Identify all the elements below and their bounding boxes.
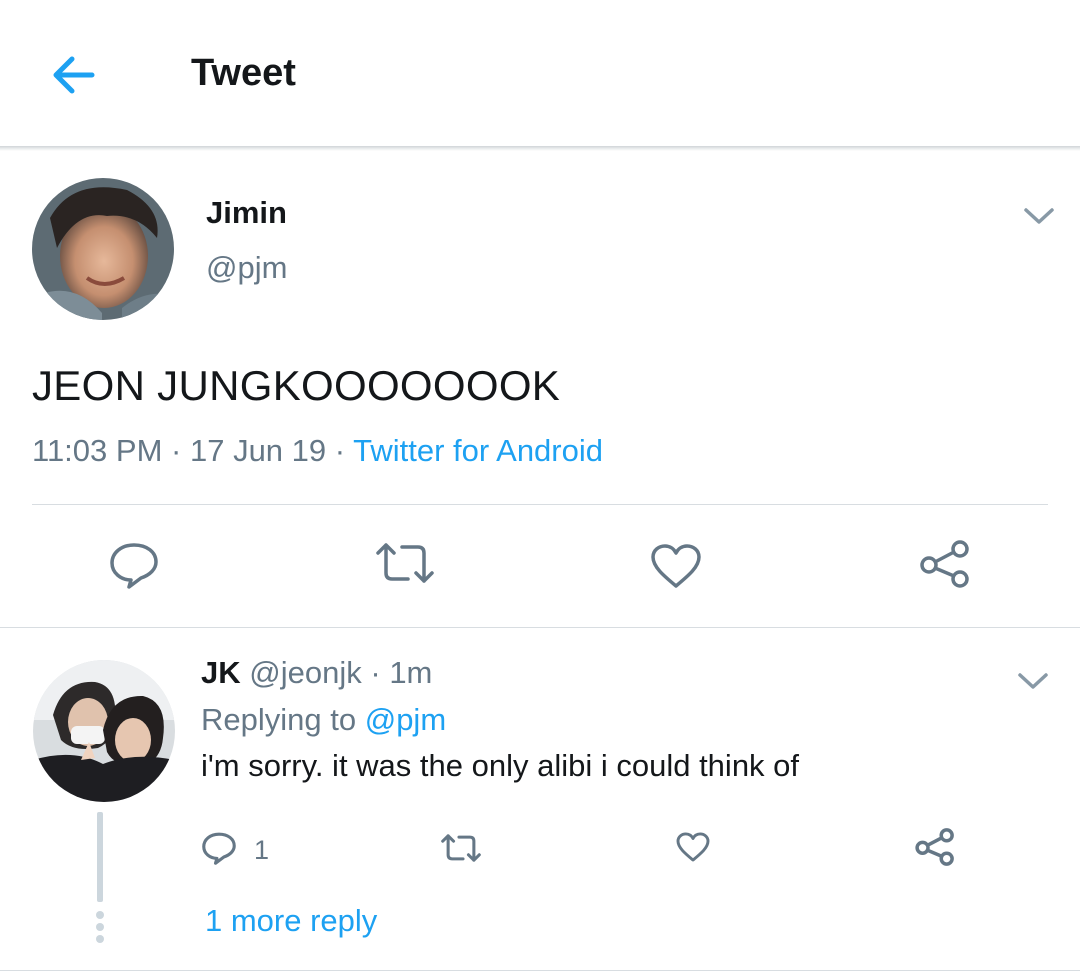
- divider: [0, 627, 1080, 628]
- like-icon[interactable]: [650, 543, 702, 589]
- meta-separator: ·: [334, 433, 346, 468]
- replying-prefix: Replying to: [201, 702, 357, 737]
- reply-author-handle[interactable]: @jeonjk: [249, 655, 361, 690]
- tweet-date: 17 Jun 19: [189, 433, 327, 468]
- meta-separator: ·: [370, 655, 381, 690]
- divider: [32, 504, 1048, 505]
- reply-text: i'm sorry. it was the only alibi i could…: [201, 748, 800, 783]
- top-app-bar: Tweet: [0, 0, 1080, 148]
- reply-time: 1m: [389, 655, 433, 690]
- share-icon[interactable]: [918, 539, 972, 589]
- avatar[interactable]: [32, 178, 174, 320]
- share-icon[interactable]: [914, 827, 956, 867]
- reply-author-name[interactable]: JK: [201, 655, 241, 690]
- reply-header: JK @jeonjk · 1m: [201, 655, 432, 691]
- back-arrow-icon[interactable]: [48, 50, 100, 100]
- replying-to: Replying to @pjm: [201, 702, 446, 738]
- thread-line: [97, 812, 103, 902]
- reply-icon[interactable]: [108, 541, 160, 589]
- more-replies-link[interactable]: 1 more reply: [205, 903, 377, 939]
- retweet-icon[interactable]: [374, 541, 436, 585]
- avatar[interactable]: [33, 660, 175, 802]
- tweet-source-link[interactable]: Twitter for Android: [353, 433, 603, 468]
- header-divider: [0, 146, 1080, 151]
- thread-dot: [96, 935, 104, 943]
- tweet-meta: 11:03 PM · 17 Jun 19 · Twitter for Andro…: [32, 433, 603, 469]
- thread-dot: [96, 911, 104, 919]
- meta-separator: ·: [171, 433, 182, 468]
- author-name[interactable]: Jimin: [206, 195, 287, 231]
- page-title: Tweet: [191, 52, 296, 94]
- like-icon[interactable]: [676, 832, 710, 862]
- divider: [0, 970, 1080, 971]
- chevron-down-icon[interactable]: [1022, 205, 1056, 227]
- chevron-down-icon[interactable]: [1016, 670, 1050, 692]
- retweet-icon[interactable]: [440, 833, 482, 863]
- mention-link[interactable]: @pjm: [365, 702, 446, 737]
- tweet-text: JEON JUNGKOOOOOOOK: [32, 362, 561, 409]
- author-handle[interactable]: @pjm: [206, 250, 287, 286]
- tweet-time: 11:03 PM: [32, 433, 163, 468]
- thread-dot: [96, 923, 104, 931]
- reply-icon[interactable]: [201, 831, 237, 865]
- reply-count: 1: [254, 835, 270, 865]
